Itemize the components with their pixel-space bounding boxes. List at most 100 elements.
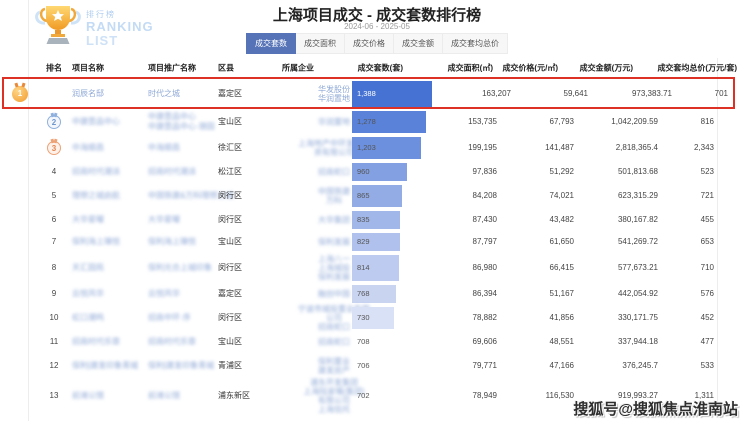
tab-成交价格[interactable]: 成交价格 [345,33,394,54]
table-row[interactable]: 10 虹口潮鸣 招商中环·序 闵行区 宁波市城投置业有限公司招商蛇口 730 7… [0,305,740,331]
avg-price-value: 452 [640,313,714,323]
table-row[interactable]: 5 理想之城启航 中国铁建&万科理想之城 闵行区 中国铁建万科 865 84,2… [0,183,740,209]
area-value: 163,207 [434,89,511,99]
column-header: 项目名称 [72,62,104,73]
area-value: 199,195 [420,143,497,153]
units-value: 865 [357,191,370,201]
table-row[interactable]: 2 中建壹品中心 中建壹品中心中建壹品中心·璟园 宝山区 华润置地 1,278 … [0,109,740,135]
column-header: 成交价格(元/㎡) [468,62,558,73]
area-value: 87,797 [420,237,497,247]
table-row[interactable]: 7 保利海上瑧悦 保利海上瑧悦 宝山区 保利发展 829 87,797 61,6… [0,231,740,253]
rank-cell: 13 [40,391,68,401]
district-label: 嘉定区 [218,289,276,299]
units-value: 702 [357,391,370,401]
table-row[interactable]: 11 招商时代乐章 招商时代乐章 宝山区 招商蛇口 708 69,606 48,… [0,331,740,353]
rank-cell: 2 [40,115,68,129]
units-value: 1,278 [357,117,376,127]
district-label: 宝山区 [218,337,276,347]
project-name-link[interactable]: 前滩公馆 [72,391,146,401]
area-value: 86,394 [420,289,497,299]
logo-ranking-label: RANKING [86,19,154,34]
rank-2-medal-icon: 2 [47,115,61,129]
district-label: 浦东新区 [218,391,276,401]
rank-cell: 12 [40,361,68,371]
project-name-link[interactable]: 虹口潮鸣 [72,313,146,323]
rank-cell: 10 [40,313,68,323]
table-body: 1 润辰名邸 时代之城 嘉定区 华发股份华润置地 1,388 163,207 5… [0,79,740,413]
avg-price-value: 721 [640,191,714,201]
column-header: 所属企业 [268,62,328,73]
rank-cell: 3 [40,141,68,155]
area-value: 69,606 [420,337,497,347]
district-label: 宝山区 [218,237,276,247]
project-name-link[interactable]: 保利|建发印象青城 [72,361,146,371]
avg-price-value: 710 [640,263,714,273]
rank-cell: 6 [40,215,68,225]
district-label: 嘉定区 [218,89,276,99]
avg-price-value: 653 [640,237,714,247]
units-value: 835 [357,215,370,225]
table-row[interactable]: 6 大华星曜 大华星曜 闵行区 大华集团 835 87,430 43,482 3… [0,209,740,231]
date-range: 2024-06 - 2025-05 [344,22,410,31]
table-row[interactable]: 1 润辰名邸 时代之城 嘉定区 华发股份华润置地 1,388 163,207 5… [0,79,740,109]
project-name-link[interactable]: 云悦风华 [72,289,146,299]
rank-cell: 9 [40,289,68,299]
column-header: 成交套均总价(万元/套) [616,62,737,73]
units-bar: 1,388 [352,79,444,109]
district-label: 闵行区 [218,263,276,273]
district-label: 闵行区 [218,313,276,323]
metric-tabs: 成交套数成交面积成交价格成交金额成交套均总价 [246,33,508,54]
project-name-link[interactable]: 润辰名邸 [72,89,146,99]
project-name-link[interactable]: 中海顺昌 [72,143,146,153]
units-value: 1,203 [357,143,376,153]
area-value: 79,771 [420,361,497,371]
logo-list-label: LIST [86,33,118,48]
area-value: 86,980 [420,263,497,273]
project-name-link[interactable]: 天汇园苑 [72,263,146,273]
units-value: 829 [357,237,370,247]
table-row[interactable]: 8 天汇园苑 保利光合上城印象 闵行区 上海八一上海城投保利发展 814 86,… [0,253,740,283]
project-name-link[interactable]: 招商时代潮派 [72,167,146,177]
area-value: 78,949 [420,391,497,401]
district-label: 徐汇区 [218,143,276,153]
units-value: 960 [357,167,370,177]
area-value: 78,882 [420,313,497,323]
units-value: 730 [357,313,370,323]
district-label: 宝山区 [218,117,276,127]
column-header: 成交套数(套) [323,62,403,73]
tab-成交面积[interactable]: 成交面积 [296,33,345,54]
district-label: 闵行区 [218,215,276,225]
project-name-link[interactable]: 招商时代乐章 [72,337,146,347]
table-row[interactable]: 4 招商时代潮派 招商时代潮派 松江区 招商蛇口 960 97,836 51,2… [0,161,740,183]
table-row[interactable]: 12 保利|建发印象青城 保利|建发印象青城 青浦区 保利置业建发房产 706 … [0,353,740,379]
column-header: 区县 [218,62,234,73]
rank-cell: 7 [40,237,68,247]
table-row[interactable]: 9 云悦风华 云悦风华 嘉定区 融创中国 768 86,394 51,167 4… [0,283,740,305]
rank-cell: 1 [12,86,40,102]
avg-price-value: 576 [640,289,714,299]
project-name-link[interactable]: 中建壹品中心 [72,117,146,127]
area-value: 87,430 [420,215,497,225]
table-header-row: 排名项目名称项目推广名称区县所属企业成交套数(套)成交面积(㎡)成交价格(元/㎡… [30,58,717,78]
avg-price-value: 477 [640,337,714,347]
units-value: 768 [357,289,370,299]
project-name-link[interactable]: 理想之城启航 [72,191,146,201]
tab-成交套均总价[interactable]: 成交套均总价 [443,33,508,54]
rank-cell: 8 [40,263,68,273]
trophy-icon [34,2,82,52]
rank-cell: 4 [40,167,68,177]
tab-成交金额[interactable]: 成交金额 [394,33,443,54]
tab-成交套数[interactable]: 成交套数 [246,33,296,54]
avg-price-value: 701 [654,89,728,99]
avg-price-value: 2,343 [640,143,714,153]
column-header: 排名 [40,62,68,73]
project-name-link[interactable]: 大华星曜 [72,215,146,225]
rank-cell: 5 [40,191,68,201]
avg-price-value: 533 [640,361,714,371]
rank-3-medal-icon: 3 [47,141,61,155]
table-row[interactable]: 3 中海顺昌 中海顺昌 徐汇区 上海地产中环发展投资有限公司 1,203 199… [0,135,740,161]
area-value: 97,836 [420,167,497,177]
project-name-link[interactable]: 保利海上瑧悦 [72,237,146,247]
rank-1-medal-icon: 1 [12,86,28,102]
district-label: 闵行区 [218,191,276,201]
